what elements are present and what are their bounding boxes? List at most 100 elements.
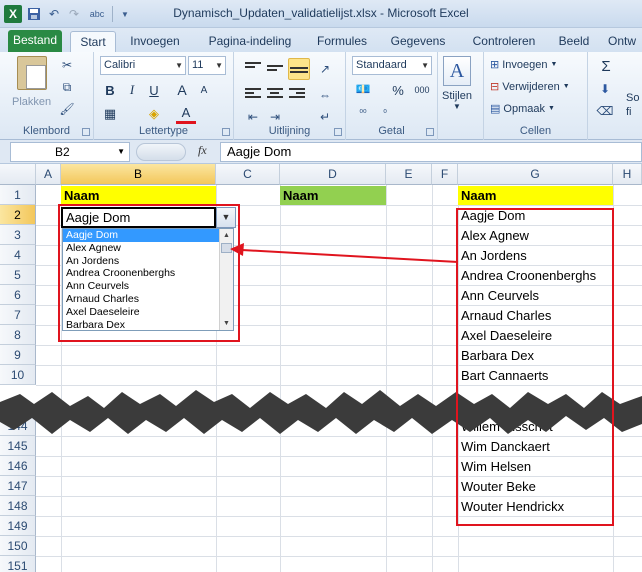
borders-icon[interactable]: ▦ bbox=[100, 104, 120, 124]
font-name-combo[interactable]: Calibri ▼ bbox=[100, 56, 186, 75]
paste-button[interactable]: Plakken bbox=[12, 56, 51, 108]
row-header-4[interactable]: 4 bbox=[0, 245, 36, 265]
cell-g4[interactable]: An Jordens bbox=[458, 246, 613, 266]
tab-beeld[interactable]: Beeld bbox=[554, 31, 594, 52]
dropdown-option[interactable]: Alex Agnew bbox=[63, 242, 233, 255]
cell-g146[interactable]: Wim Helsen bbox=[458, 457, 613, 477]
delete-cells-button[interactable]: ⊟ Verwijderen ▼ bbox=[490, 80, 570, 94]
dropdown-option[interactable]: Barbara Dex bbox=[63, 319, 233, 330]
row-header-3[interactable]: 3 bbox=[0, 225, 36, 245]
cell-g2[interactable]: Aagje Dom bbox=[458, 206, 613, 226]
number-format-combo[interactable]: Standaard ▼ bbox=[352, 56, 432, 75]
row-header-5[interactable]: 5 bbox=[0, 265, 36, 285]
italic-button[interactable]: I bbox=[122, 80, 142, 100]
wrap-text-icon[interactable]: ↵ bbox=[316, 108, 334, 126]
font-color-button[interactable]: A bbox=[176, 104, 196, 124]
insert-cells-button[interactable]: ⊞ Invoegen ▼ bbox=[490, 58, 557, 72]
row-header-148[interactable]: 148 bbox=[0, 496, 36, 516]
cell-b2-input[interactable]: Aagje Dom bbox=[61, 207, 216, 228]
decrease-decimal-icon[interactable]: ⁰ bbox=[376, 104, 394, 122]
cell-g145[interactable]: Wim Danckaert bbox=[458, 437, 613, 457]
row-header-8[interactable]: 8 bbox=[0, 325, 36, 345]
cell-g5[interactable]: Andrea Croonenberghs bbox=[458, 266, 613, 286]
row-header-1[interactable]: 1 bbox=[0, 185, 36, 205]
fill-icon[interactable]: ⬇ bbox=[596, 80, 614, 98]
dropdown-option[interactable]: Ann Ceurvels bbox=[63, 280, 233, 293]
fill-color-icon[interactable]: ◈ bbox=[144, 104, 164, 124]
grow-font-button[interactable]: A bbox=[172, 80, 192, 100]
increase-indent-icon[interactable]: ⇥ bbox=[266, 108, 284, 126]
increase-decimal-icon[interactable]: ⁰⁰ bbox=[354, 104, 372, 122]
shrink-font-button[interactable]: A bbox=[194, 80, 214, 100]
styles-button[interactable]: A Stijlen ▼ bbox=[442, 56, 472, 111]
bold-button[interactable]: B bbox=[100, 80, 120, 100]
row-header-146[interactable]: 146 bbox=[0, 456, 36, 476]
column-header-e[interactable]: E bbox=[386, 164, 432, 185]
column-header-f[interactable]: F bbox=[432, 164, 458, 185]
format-painter-icon[interactable]: 🖌 bbox=[58, 100, 76, 118]
tab-formules[interactable]: Formules bbox=[312, 31, 372, 52]
cell-b1[interactable]: Naam bbox=[61, 186, 216, 205]
tab-controleren[interactable]: Controleren bbox=[464, 31, 544, 52]
cell-g9[interactable]: Barbara Dex bbox=[458, 346, 613, 366]
cell-g6[interactable]: Ann Ceurvels bbox=[458, 286, 613, 306]
align-bottom-icon[interactable] bbox=[288, 58, 310, 80]
tab-start[interactable]: Start bbox=[70, 31, 116, 52]
row-header-9[interactable]: 9 bbox=[0, 345, 36, 365]
insert-function-button[interactable]: fx bbox=[198, 143, 207, 158]
row-header-149[interactable]: 149 bbox=[0, 516, 36, 536]
row-header-6[interactable]: 6 bbox=[0, 285, 36, 305]
dialog-launcher-icon[interactable] bbox=[82, 128, 90, 136]
column-header-g[interactable]: G bbox=[458, 164, 613, 185]
scroll-down-icon[interactable]: ▼ bbox=[220, 317, 233, 330]
align-center-icon[interactable] bbox=[266, 86, 284, 104]
column-header-h[interactable]: H bbox=[613, 164, 642, 185]
validation-dropdown-list[interactable]: Aagje Dom Alex Agnew An Jordens Andrea C… bbox=[62, 228, 234, 331]
clear-icon[interactable]: ⌫ bbox=[596, 102, 614, 120]
align-left-icon[interactable] bbox=[244, 86, 262, 104]
row-header-150[interactable]: 150 bbox=[0, 536, 36, 556]
autosum-button[interactable]: Σ bbox=[596, 56, 616, 76]
cell-g7[interactable]: Arnaud Charles bbox=[458, 306, 613, 326]
row-header-2[interactable]: 2 bbox=[0, 205, 36, 225]
cell-g147[interactable]: Wouter Beke bbox=[458, 477, 613, 497]
cell-g8[interactable]: Axel Daeseleire bbox=[458, 326, 613, 346]
dialog-launcher-icon[interactable] bbox=[426, 128, 434, 136]
thousands-button[interactable]: 000 bbox=[410, 80, 434, 100]
dialog-launcher-icon[interactable] bbox=[222, 128, 230, 136]
align-middle-icon[interactable] bbox=[266, 60, 284, 78]
currency-icon[interactable]: 💶 bbox=[354, 80, 372, 98]
column-header-c[interactable]: C bbox=[216, 164, 280, 185]
dropdown-option[interactable]: An Jordens bbox=[63, 255, 233, 268]
cell-g1[interactable]: Naam bbox=[458, 186, 613, 205]
tab-invoegen[interactable]: Invoegen bbox=[124, 31, 186, 52]
tab-pagina-indeling[interactable]: Pagina-indeling bbox=[202, 31, 298, 52]
formula-bar-splitter[interactable] bbox=[136, 143, 186, 161]
formula-input[interactable]: Aagje Dom bbox=[220, 142, 642, 162]
row-header-147[interactable]: 147 bbox=[0, 476, 36, 496]
dropdown-option[interactable]: Andrea Croonenberghs bbox=[63, 267, 233, 280]
underline-button[interactable]: U bbox=[144, 80, 164, 100]
merge-cells-icon[interactable]: ⇔ bbox=[316, 86, 334, 104]
align-right-icon[interactable] bbox=[288, 86, 306, 104]
decrease-indent-icon[interactable]: ⇤ bbox=[244, 108, 262, 126]
percent-button[interactable]: % bbox=[388, 80, 408, 100]
format-cells-button[interactable]: ▤ Opmaak ▼ bbox=[490, 102, 555, 116]
cut-icon[interactable]: ✂ bbox=[58, 56, 76, 74]
dropdown-option[interactable]: Arnaud Charles bbox=[63, 293, 233, 306]
validation-dropdown-button[interactable]: ▼ bbox=[216, 207, 236, 228]
sort-filter-label[interactable]: So bbox=[626, 92, 639, 104]
align-top-icon[interactable] bbox=[244, 60, 262, 78]
name-box[interactable]: B2 ▼ bbox=[10, 142, 130, 162]
column-header-a[interactable]: A bbox=[36, 164, 61, 185]
column-header-b[interactable]: B bbox=[61, 164, 216, 185]
dropdown-option[interactable]: Axel Daeseleire bbox=[63, 306, 233, 319]
tab-ontwerp[interactable]: Ontw bbox=[608, 31, 642, 52]
tab-gegevens[interactable]: Gegevens bbox=[386, 31, 450, 52]
row-header-151[interactable]: 151 bbox=[0, 556, 36, 572]
copy-icon[interactable]: ⧉ bbox=[58, 78, 76, 96]
cell-g148[interactable]: Wouter Hendrickx bbox=[458, 497, 613, 517]
dropdown-option[interactable]: Aagje Dom bbox=[63, 229, 233, 242]
tab-bestand[interactable]: Bestand bbox=[8, 30, 62, 52]
row-header-7[interactable]: 7 bbox=[0, 305, 36, 325]
